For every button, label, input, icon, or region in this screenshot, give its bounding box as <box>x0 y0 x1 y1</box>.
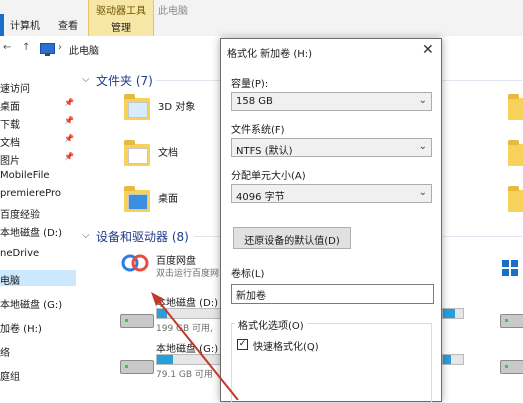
nav-item-homegroup[interactable]: 庭组 <box>0 366 76 382</box>
nav-item-this-pc[interactable]: 电脑 <box>0 270 76 286</box>
tab-manage[interactable]: 管理 <box>89 19 153 34</box>
nav-item-onedrive[interactable]: neDrive <box>0 246 76 262</box>
drive-g-usage-fill <box>157 355 173 364</box>
nav-item-pictures[interactable]: 图片 📌 <box>0 150 76 166</box>
nav-item-drive-d[interactable]: 本地磁盘 (D:) <box>0 222 76 238</box>
ribbon: 计算机 查看 驱动器工具 管理 此电脑 <box>0 0 523 37</box>
drive-g-usage-bar <box>156 354 222 365</box>
nav-item-new-volume-h[interactable]: 加卷 (H:) <box>0 318 76 334</box>
file-system-select[interactable]: NTFS (默认) ⌄ <box>231 138 432 157</box>
nav-item-quick-access[interactable]: 速访问 <box>0 78 76 94</box>
format-dialog: 格式化 新加卷 (H:) ✕ 容量(P): 158 GB ⌄ 文件系统(F) N… <box>220 38 442 403</box>
folder-desktop-icon[interactable] <box>124 186 150 212</box>
windows-drive-icon[interactable] <box>500 258 520 278</box>
nav-item-mobilefile[interactable]: MobileFile <box>0 168 76 184</box>
baidu-netdisk-icon[interactable] <box>120 250 150 276</box>
chevron-down-icon[interactable]: ⌵ <box>82 74 90 85</box>
tab-computer[interactable]: 计算机 <box>10 17 40 32</box>
baidu-netdisk-label[interactable]: 百度网盘 <box>156 252 196 267</box>
address-path[interactable]: 此电脑 <box>69 42 99 57</box>
this-pc-icon <box>40 43 55 56</box>
chevron-down-icon: ⌄ <box>418 187 427 198</box>
capacity-value: 158 GB <box>236 96 273 107</box>
drive-usage-bar <box>442 308 464 319</box>
folder-documents-icon[interactable] <box>124 140 150 166</box>
back-arrow-icon[interactable]: ← <box>3 42 11 53</box>
quick-format-label[interactable]: 快速格式化(Q) <box>253 338 319 353</box>
folder-icon[interactable] <box>508 94 523 120</box>
nav-item-documents[interactable]: 文档 📌 <box>0 132 76 148</box>
drive-d-label[interactable]: 本地磁盘 (D:) <box>156 294 218 309</box>
capacity-label: 容量(P): <box>231 79 269 90</box>
drive-tools-title: 驱动器工具 <box>96 6 146 17</box>
drive-g-label[interactable]: 本地磁盘 (G:) <box>156 340 218 355</box>
folders-group-header[interactable]: 文件夹 (7) <box>96 72 153 89</box>
drive-icon[interactable] <box>500 360 523 374</box>
pin-icon: 📌 <box>64 152 74 161</box>
folder-icon[interactable] <box>508 140 523 166</box>
devices-group-header[interactable]: 设备和驱动器 (8) <box>96 228 189 245</box>
file-system-label: 文件系统(F) <box>231 125 285 136</box>
drive-tools-context-group: 驱动器工具 管理 <box>88 0 154 36</box>
volume-label-input[interactable] <box>231 284 434 304</box>
chevron-right-icon[interactable]: › <box>58 42 62 53</box>
drive-usage-bar <box>442 354 464 365</box>
window-title: 此电脑 <box>158 6 188 17</box>
close-icon[interactable]: ✕ <box>422 42 434 58</box>
folder-3d-objects-label[interactable]: 3D 对象 <box>158 98 195 113</box>
folder-desktop-label[interactable]: 桌面 <box>158 190 178 205</box>
format-options-label: 格式化选项(O) <box>235 317 307 332</box>
capacity-select[interactable]: 158 GB ⌄ <box>231 92 432 111</box>
pin-icon: 📌 <box>64 116 74 125</box>
chevron-down-icon: ⌄ <box>418 141 427 152</box>
chevron-down-icon[interactable]: ⌵ <box>82 230 90 241</box>
tab-view[interactable]: 查看 <box>58 17 78 32</box>
allocation-unit-value: 4096 字节 <box>236 192 285 203</box>
nav-item-network[interactable]: 络 <box>0 342 76 358</box>
restore-defaults-button[interactable]: 还原设备的默认值(D) <box>233 227 351 249</box>
pin-icon: 📌 <box>64 98 74 107</box>
folder-3d-objects-icon[interactable] <box>124 94 150 120</box>
file-system-value: NTFS (默认) <box>236 146 293 157</box>
nav-item-drive-g[interactable]: 本地磁盘 (G:) <box>0 294 76 310</box>
drive-d-icon[interactable] <box>120 314 154 328</box>
file-tab-edge[interactable] <box>0 14 4 36</box>
up-arrow-icon[interactable]: ↑ <box>22 42 30 53</box>
dialog-title: 格式化 新加卷 (H:) <box>227 49 313 60</box>
drive-d-usage-fill <box>157 309 167 318</box>
drive-icon[interactable] <box>500 314 523 328</box>
folder-documents-label[interactable]: 文档 <box>158 144 178 159</box>
drive-d-usage-bar <box>156 308 222 319</box>
nav-item-baidu-exp[interactable]: 百度经验 <box>0 204 76 220</box>
allocation-unit-select[interactable]: 4096 字节 ⌄ <box>231 184 432 203</box>
format-options-group <box>231 323 432 403</box>
pin-icon: 📌 <box>64 134 74 143</box>
folder-icon[interactable] <box>508 186 523 212</box>
nav-item-downloads[interactable]: 下载 📌 <box>0 114 76 130</box>
navigation-pane: 速访问 桌面 📌 下载 📌 文档 📌 图片 📌 MobileFile premiereP… <box>0 60 76 400</box>
drive-g-free-space: 79.1 GB 可用 <box>156 370 213 380</box>
volume-label-label: 卷标(L) <box>231 269 265 280</box>
allocation-unit-label: 分配单元大小(A) <box>231 171 306 182</box>
nav-item-premierepro[interactable]: premierePro <box>0 186 76 202</box>
chevron-down-icon: ⌄ <box>418 95 427 106</box>
drive-d-free-space: 199 GB 可用, <box>156 324 213 334</box>
nav-item-desktop[interactable]: 桌面 📌 <box>0 96 76 112</box>
drive-g-icon[interactable] <box>120 360 154 374</box>
baidu-netdisk-subtitle: 双击运行百度网 <box>156 269 220 279</box>
quick-format-checkbox[interactable]: ✓ <box>237 339 248 350</box>
